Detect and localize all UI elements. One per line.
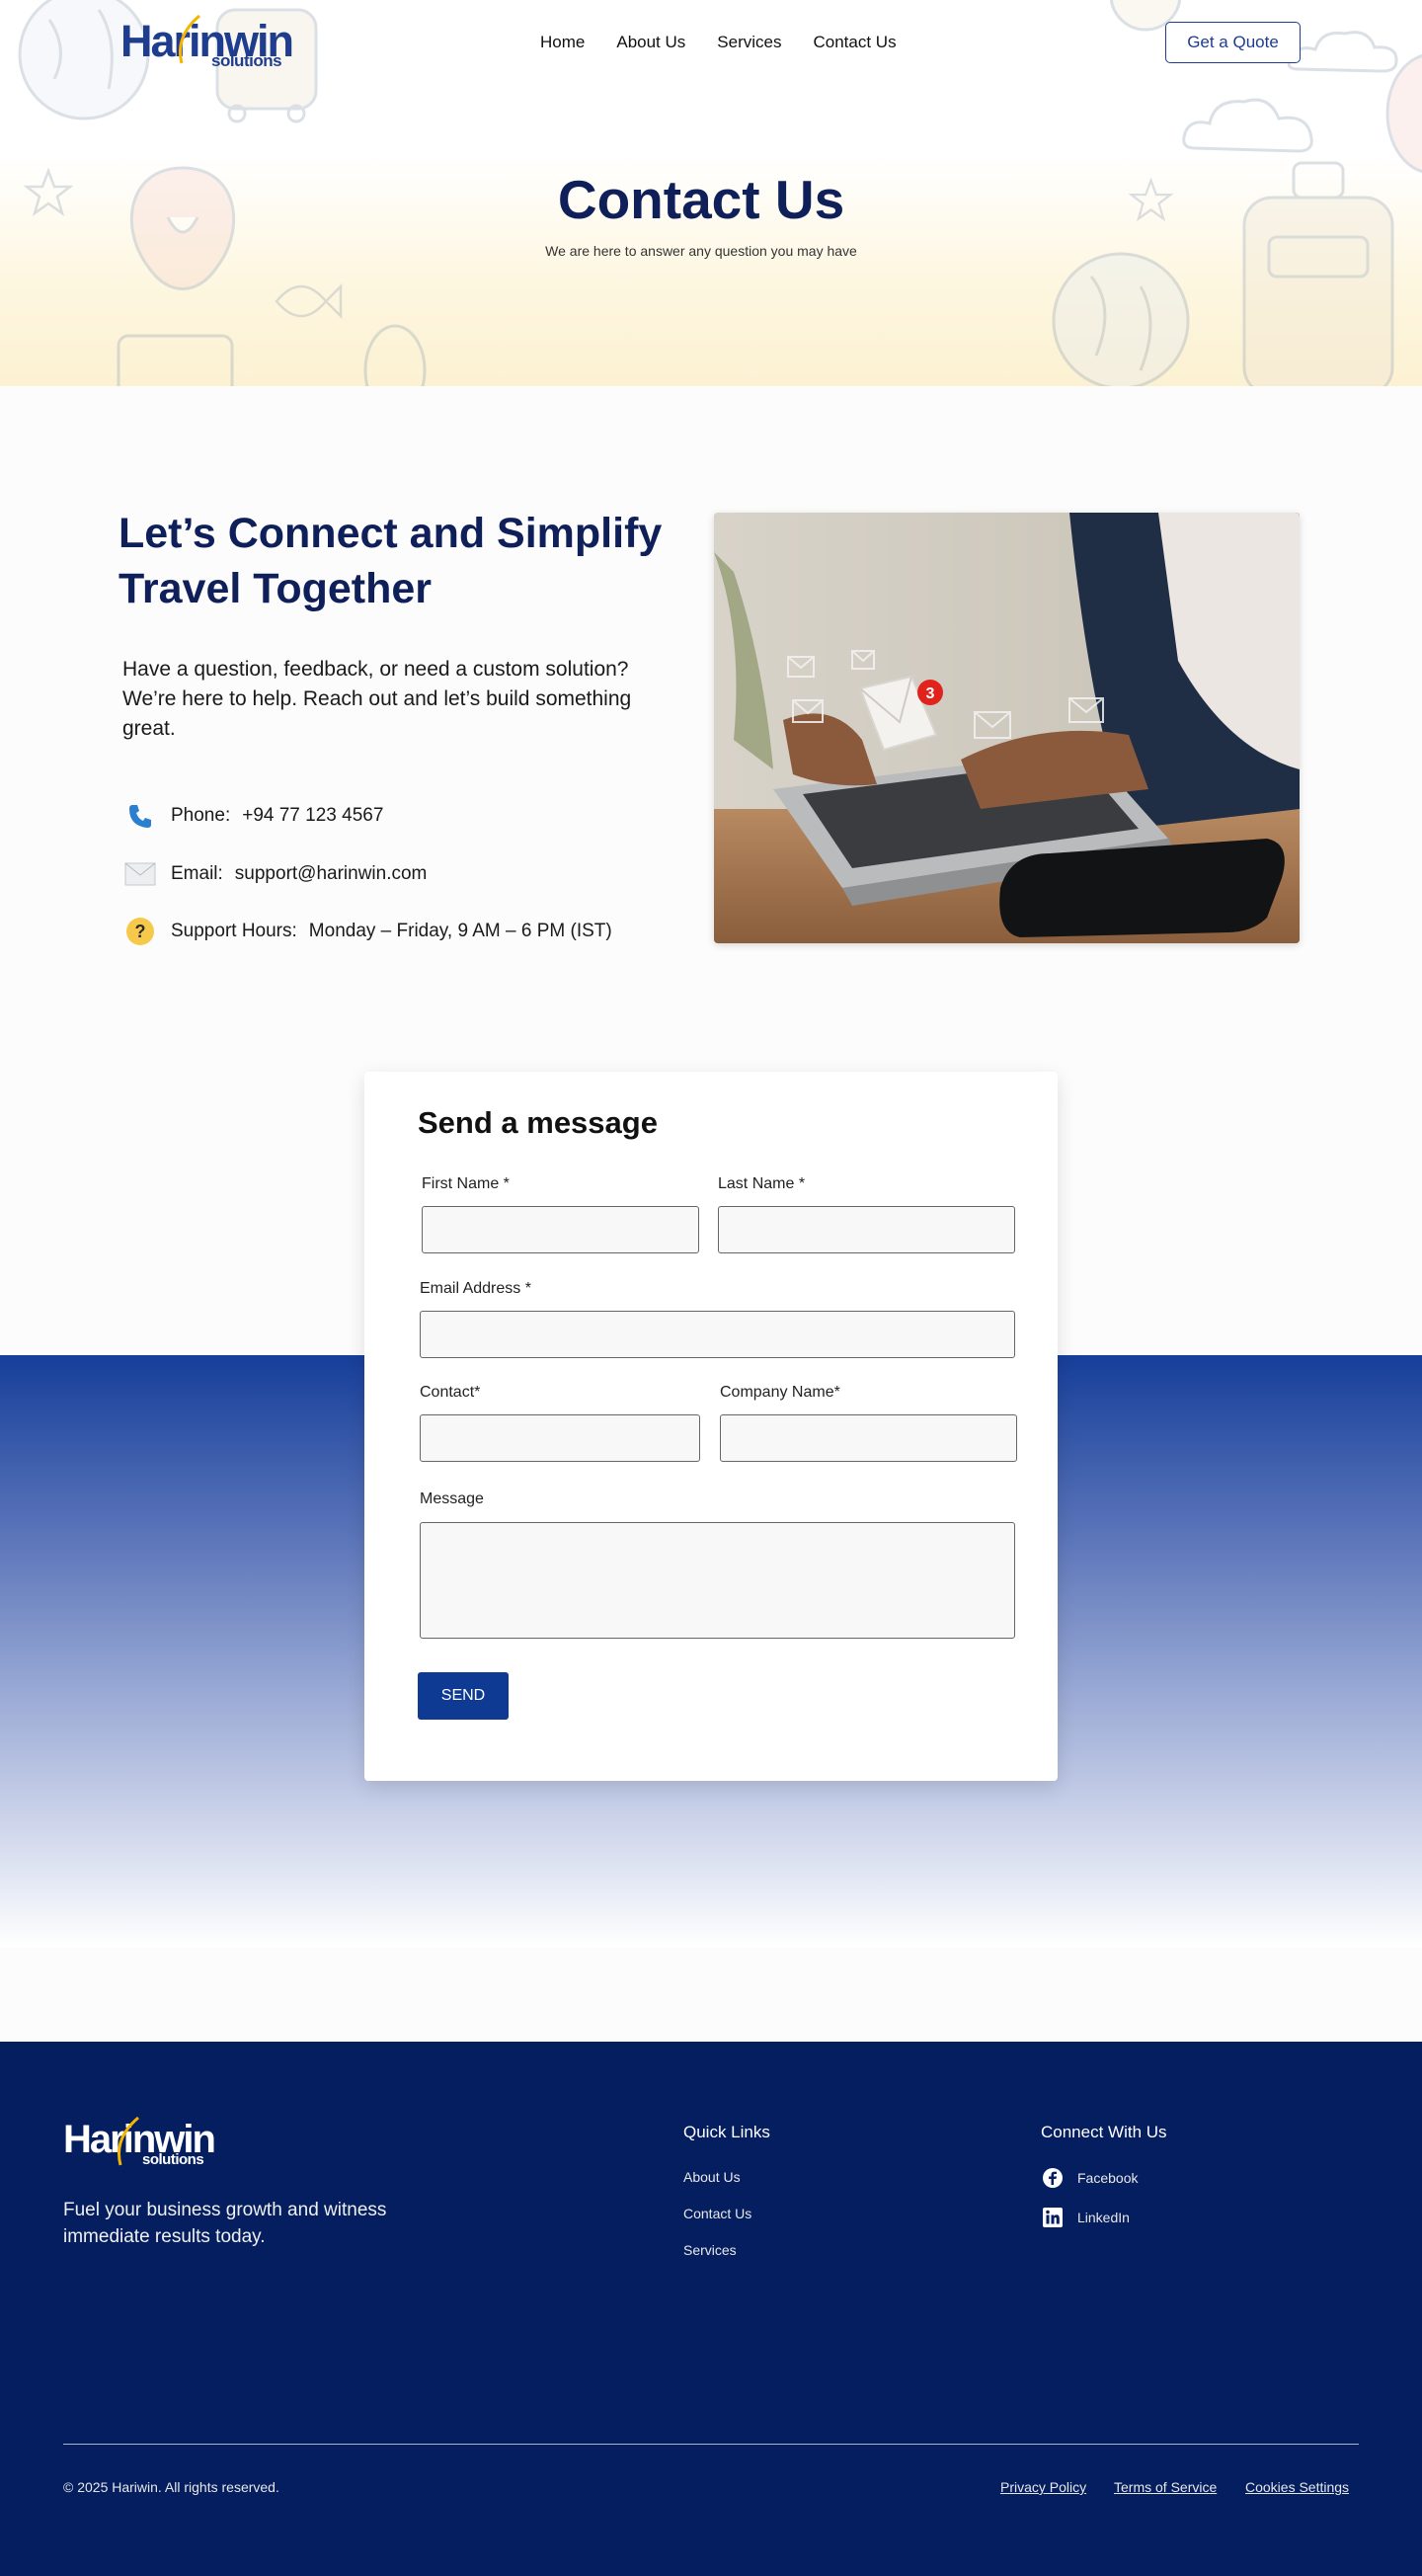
navbar: Harinwin solutions Home About Us Service… [0, 0, 1422, 87]
first-name-label: First Name * [422, 1175, 510, 1192]
nav-services[interactable]: Services [717, 33, 781, 52]
phone-doodle-icon [117, 334, 234, 386]
footer-logo[interactable]: Harinwin solutions [63, 2116, 231, 2175]
email-address-label: Email Address * [420, 1280, 531, 1297]
footer-divider [63, 2444, 1359, 2445]
logo-arc-icon [179, 14, 200, 64]
footer-link-contact[interactable]: Contact Us [683, 2206, 751, 2221]
contact-form: Send a message First Name * Last Name * … [364, 1072, 1058, 1781]
phone-value[interactable]: +94 77 123 4567 [242, 805, 383, 827]
footer-tagline: Fuel your business growth and witness im… [63, 2200, 387, 2247]
photo-illustration: 3 [714, 513, 1300, 943]
nav-about[interactable]: About Us [616, 33, 685, 52]
hours-value: Monday – Friday, 9 AM – 6 PM (IST) [308, 921, 612, 941]
message-label: Message [420, 1490, 484, 1507]
globe-doodle-right-icon [1052, 252, 1190, 386]
page-subtitle: We are here to answer any question you m… [545, 243, 857, 259]
connect-heading-footer: Connect With Us [1041, 2123, 1167, 2141]
flipflop-doodle-icon [363, 324, 427, 386]
laptop-email-photo: 3 [714, 513, 1300, 943]
nav-contact[interactable]: Contact Us [813, 33, 896, 52]
phone-label: Phone: [171, 805, 231, 826]
company-name-label: Company Name* [720, 1384, 840, 1401]
nav-home[interactable]: Home [540, 33, 585, 52]
question-icon: ? [124, 916, 156, 947]
quick-links-heading: Quick Links [683, 2123, 770, 2141]
phone-info: Phone: +94 77 123 4567 [124, 800, 383, 832]
facebook-icon [1043, 2168, 1063, 2188]
fish-doodle-icon [275, 282, 343, 320]
footer-link-services[interactable]: Services [683, 2242, 737, 2258]
linkedin-link[interactable]: LinkedIn [1042, 2207, 1130, 2228]
message-textarea[interactable] [420, 1522, 1015, 1639]
page-title: Contact Us [557, 169, 845, 230]
get-a-quote-button[interactable]: Get a Quote [1165, 22, 1301, 63]
cookies-settings-link[interactable]: Cookies Settings [1245, 2479, 1349, 2495]
hours-label: Support Hours: [171, 921, 297, 941]
contact-label: Contact* [420, 1384, 481, 1401]
footer-link-about[interactable]: About Us [683, 2169, 741, 2185]
main-nav: Home About Us Services Contact Us [540, 33, 928, 52]
header-logo[interactable]: Harinwin solutions [120, 14, 294, 73]
email-info: Email: support@harinwin.com [124, 858, 427, 890]
mail-icon [124, 858, 156, 890]
copyright: © 2025 Hariwin. All rights reserved. [63, 2479, 279, 2495]
footer-logo-subtitle: solutions [142, 2151, 204, 2168]
hours-info: ? Support Hours: Monday – Friday, 9 AM –… [124, 916, 612, 947]
terms-of-service-link[interactable]: Terms of Service [1114, 2479, 1217, 2495]
form-title: Send a message [418, 1105, 658, 1140]
privacy-policy-link[interactable]: Privacy Policy [1000, 2479, 1086, 2495]
svg-text:?: ? [135, 922, 146, 941]
phone-icon [124, 800, 156, 832]
linkedin-label: LinkedIn [1077, 2210, 1130, 2225]
connect-description: Have a question, feedback, or need a cus… [122, 658, 632, 740]
send-button[interactable]: SEND [418, 1672, 509, 1720]
logo-subtitle: solutions [211, 51, 282, 70]
notification-badge: 3 [926, 685, 935, 702]
facebook-label: Facebook [1077, 2170, 1139, 2186]
facebook-link[interactable]: Facebook [1042, 2167, 1138, 2189]
last-name-label: Last Name * [718, 1175, 806, 1192]
last-name-input[interactable] [718, 1206, 1015, 1253]
contact-input[interactable] [420, 1414, 700, 1462]
footer: Harinwin solutions Fuel your business gr… [0, 2042, 1422, 2576]
company-name-input[interactable] [720, 1414, 1017, 1462]
linkedin-icon [1043, 2208, 1063, 2227]
email-label: Email: [171, 863, 223, 884]
email-value[interactable]: support@harinwin.com [235, 863, 428, 885]
hero-section: Harinwin solutions Home About Us Service… [0, 0, 1422, 386]
email-address-input[interactable] [420, 1311, 1015, 1358]
first-name-input[interactable] [422, 1206, 699, 1253]
cloud-doodle-icon [1182, 98, 1313, 153]
connect-heading: Let’s Connect and Simplify Travel Togeth… [118, 510, 663, 612]
